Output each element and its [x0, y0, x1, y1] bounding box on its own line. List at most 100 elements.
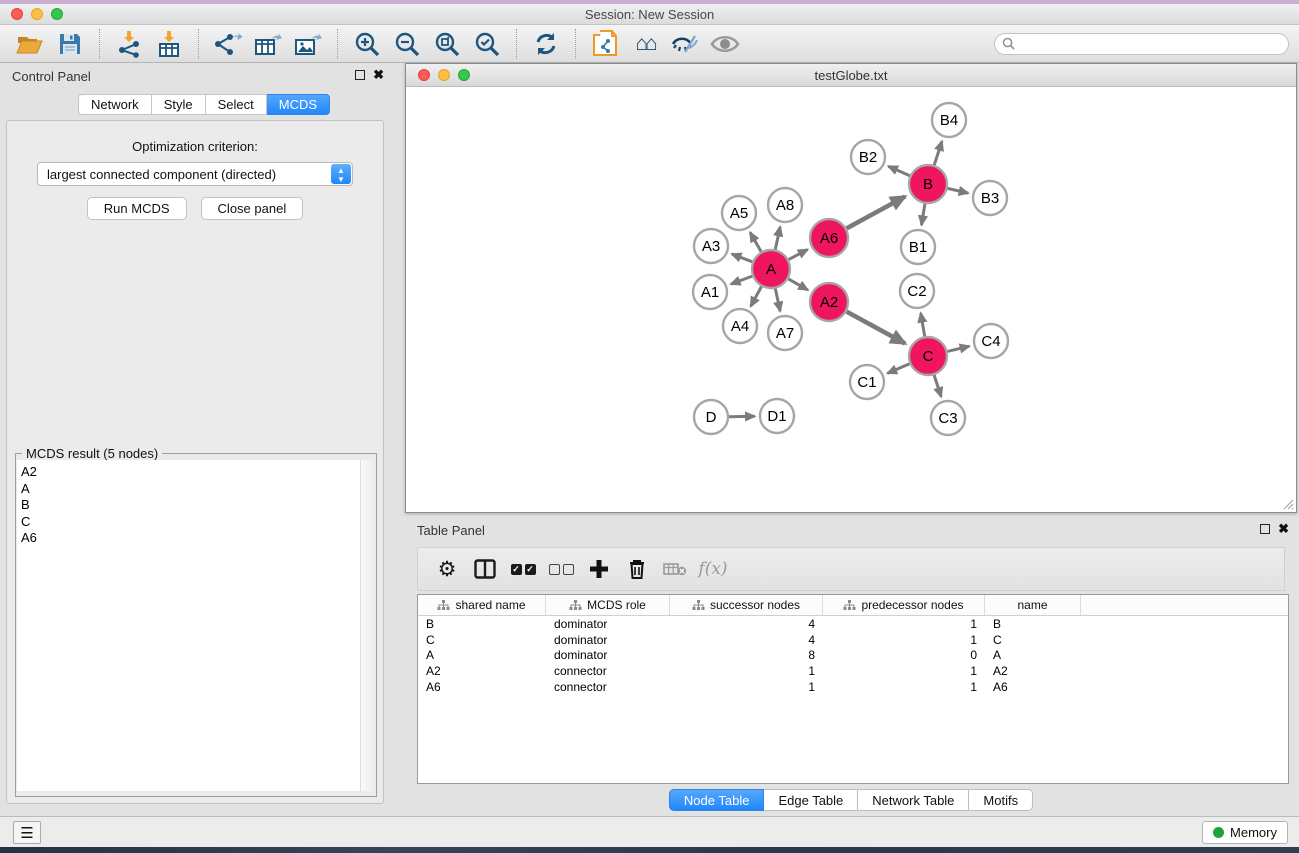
refresh-button[interactable]	[526, 28, 566, 60]
mcds-result-item[interactable]: B	[21, 497, 361, 514]
node-A2[interactable]: A2	[810, 283, 848, 321]
mcds-result-item[interactable]: A2	[21, 464, 361, 481]
edge-B-B1[interactable]	[922, 204, 925, 225]
import-network-button[interactable]	[109, 28, 149, 60]
node-A1[interactable]: A1	[693, 275, 727, 309]
edge-C-C1[interactable]	[888, 364, 910, 374]
edge-A-A8[interactable]	[775, 227, 780, 250]
edge-A-A4[interactable]	[751, 287, 762, 307]
hide-selected-button[interactable]	[665, 28, 705, 60]
tab-style[interactable]: Style	[152, 94, 206, 115]
open-file-button[interactable]	[10, 28, 50, 60]
run-mcds-button[interactable]: Run MCDS	[87, 197, 187, 220]
edge-B-B2[interactable]	[888, 166, 910, 176]
export-image-button[interactable]	[288, 28, 328, 60]
edge-A-A7[interactable]	[775, 289, 780, 312]
tab-edge-table[interactable]: Edge Table	[764, 789, 858, 811]
node-B3[interactable]: B3	[973, 181, 1007, 215]
tab-network-table[interactable]: Network Table	[858, 789, 969, 811]
tab-node-table[interactable]: Node Table	[669, 789, 765, 811]
column-header-MCDS-role[interactable]: MCDS role	[546, 595, 670, 615]
show-all-button[interactable]	[705, 28, 745, 60]
column-header-name[interactable]: name	[985, 595, 1081, 615]
table-row[interactable]: Cdominator41C	[418, 632, 1288, 648]
mcds-result-list[interactable]: A2ABCA6	[17, 460, 361, 791]
export-network-button[interactable]	[208, 28, 248, 60]
node-D[interactable]: D	[694, 400, 728, 434]
close-table-panel-icon[interactable]: ✖	[1278, 524, 1289, 534]
network-window-titlebar[interactable]: testGlobe.txt	[406, 64, 1296, 87]
column-header-predecessor-nodes[interactable]: predecessor nodes	[823, 595, 985, 615]
node-B2[interactable]: B2	[851, 140, 885, 174]
add-column-button[interactable]	[580, 551, 618, 587]
node-A7[interactable]: A7	[768, 316, 802, 350]
edge-A2-C[interactable]	[847, 312, 906, 344]
node-D1[interactable]: D1	[760, 399, 794, 433]
edge-A6-B[interactable]	[847, 197, 906, 229]
node-B1[interactable]: B1	[901, 230, 935, 264]
new-network-file-button[interactable]	[585, 28, 625, 60]
edge-A-A5[interactable]	[750, 232, 761, 251]
function-builder-button[interactable]: f(x)	[694, 551, 732, 587]
save-session-button[interactable]	[50, 28, 90, 60]
table-row[interactable]: Adominator80A	[418, 648, 1288, 664]
node-A3[interactable]: A3	[694, 229, 728, 263]
network-canvas[interactable]: B4B2BB3A8A5A6B1A3AC2A1A2A4A7C4CC1C3DD1	[406, 87, 1296, 512]
table-row[interactable]: Bdominator41B	[418, 616, 1288, 632]
mcds-result-item[interactable]: A6	[21, 530, 361, 547]
node-B[interactable]: B	[909, 165, 947, 203]
mcds-list-scrollbar[interactable]	[360, 460, 375, 791]
edge-A-A1[interactable]	[731, 276, 752, 284]
zoom-selected-button[interactable]	[467, 28, 507, 60]
float-panel-icon[interactable]	[355, 70, 365, 80]
node-C2[interactable]: C2	[900, 274, 934, 308]
edge-C-C4[interactable]	[948, 346, 970, 351]
zoom-fit-button[interactable]	[427, 28, 467, 60]
criterion-select[interactable]: largest connected component (directed) ▲…	[37, 162, 353, 186]
export-table-button[interactable]	[248, 28, 288, 60]
edge-A-A2[interactable]	[788, 279, 808, 290]
table-row[interactable]: A2connector11A2	[418, 663, 1288, 679]
close-panel-button[interactable]: Close panel	[201, 197, 304, 220]
resize-grip-icon[interactable]	[1282, 498, 1294, 510]
delete-table-button[interactable]	[656, 551, 694, 587]
edge-B-B3[interactable]	[948, 188, 969, 193]
edge-C-C2[interactable]	[921, 313, 925, 336]
node-A8[interactable]: A8	[768, 188, 802, 222]
houses-button[interactable]: ⌂⌂	[625, 28, 665, 60]
import-table-button[interactable]	[149, 28, 189, 60]
mcds-result-item[interactable]: A	[21, 481, 361, 498]
column-header-shared-name[interactable]: shared name	[418, 595, 546, 615]
zoom-in-button[interactable]	[347, 28, 387, 60]
node-A[interactable]: A	[752, 250, 790, 288]
tab-select[interactable]: Select	[206, 94, 267, 115]
node-C3[interactable]: C3	[931, 401, 965, 435]
table-row[interactable]: A6connector11A6	[418, 679, 1288, 695]
node-B4[interactable]: B4	[932, 103, 966, 137]
column-header-successor-nodes[interactable]: successor nodes	[670, 595, 823, 615]
mcds-result-item[interactable]: C	[21, 514, 361, 531]
node-C4[interactable]: C4	[974, 324, 1008, 358]
search-input[interactable]	[994, 33, 1289, 55]
task-history-button[interactable]: ☰	[13, 821, 41, 844]
delete-column-button[interactable]	[618, 551, 656, 587]
edge-A-A3[interactable]	[732, 254, 753, 262]
float-table-panel-icon[interactable]	[1260, 524, 1270, 534]
network-graph[interactable]: B4B2BB3A8A5A6B1A3AC2A1A2A4A7C4CC1C3DD1	[406, 87, 1296, 512]
node-C1[interactable]: C1	[850, 365, 884, 399]
tab-motifs[interactable]: Motifs	[969, 789, 1033, 811]
tab-network[interactable]: Network	[78, 94, 152, 115]
edge-C-C3[interactable]	[934, 375, 941, 397]
table-settings-button[interactable]: ⚙	[428, 551, 466, 587]
split-view-button[interactable]	[466, 551, 504, 587]
memory-button[interactable]: Memory	[1202, 821, 1288, 844]
close-panel-icon[interactable]: ✖	[373, 70, 384, 80]
unselect-all-columns-button[interactable]	[542, 551, 580, 587]
node-A4[interactable]: A4	[723, 309, 757, 343]
zoom-out-button[interactable]	[387, 28, 427, 60]
node-A6[interactable]: A6	[810, 219, 848, 257]
select-all-columns-button[interactable]: ✓✓	[504, 551, 542, 587]
edge-B-B4[interactable]	[934, 141, 942, 165]
node-C[interactable]: C	[909, 337, 947, 375]
edge-A-A6[interactable]	[789, 250, 808, 260]
